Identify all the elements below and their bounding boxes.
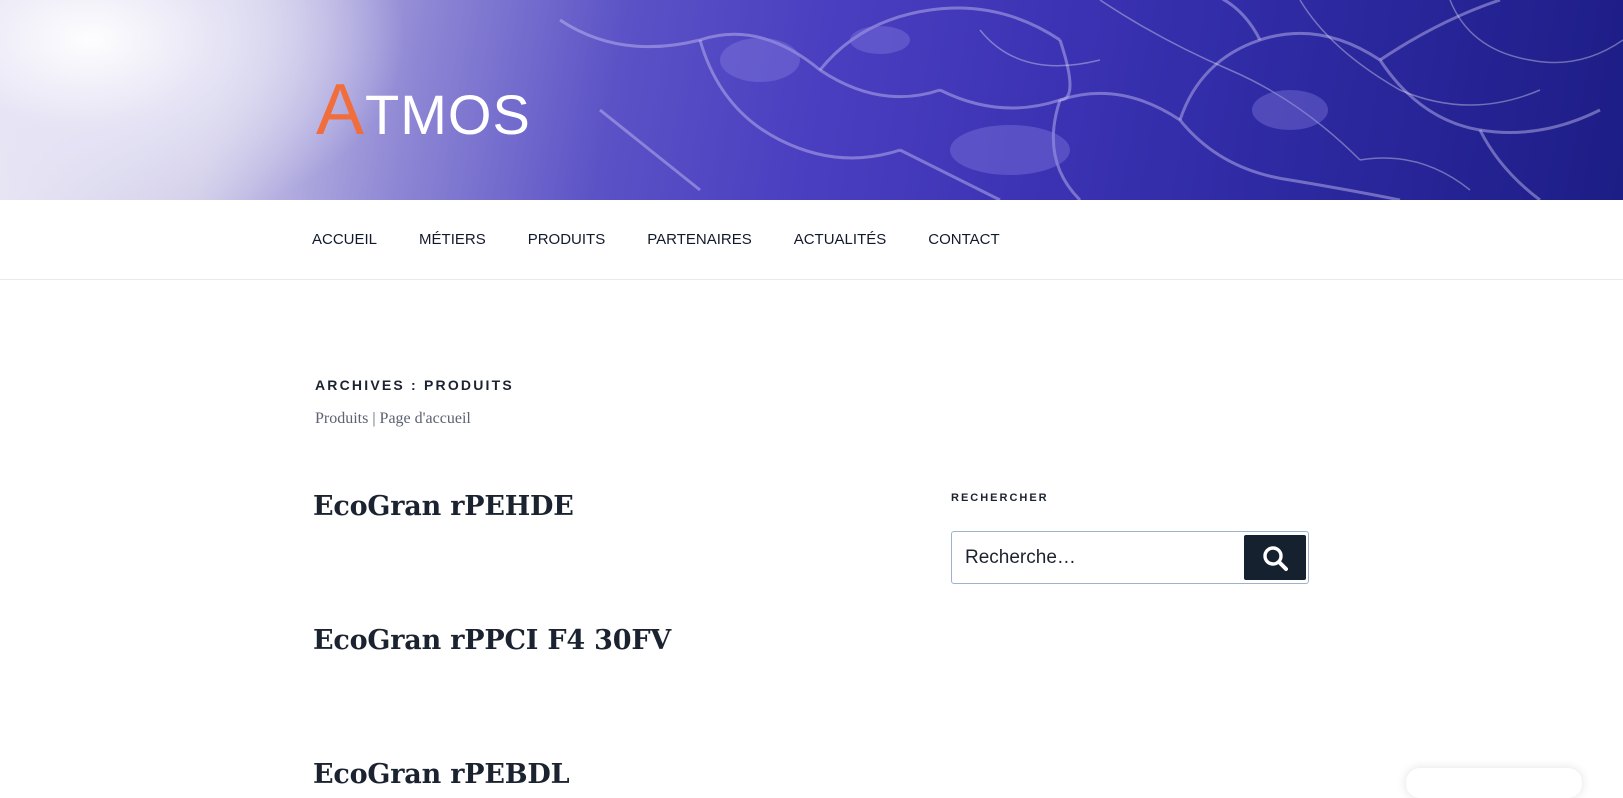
nav-item-accueil[interactable]: ACCUEIL [312,231,377,248]
search-icon [1263,545,1288,571]
banner-net-texture [559,0,1623,200]
nav-item-actualites[interactable]: ACTUALITÉS [794,231,887,248]
nav-menu: ACCUEIL MÉTIERS PRODUITS PARTENAIRES ACT… [312,200,1042,279]
post-title-ecogran-rppci[interactable]: EcoGran rPPCI F4 30FV [313,625,671,656]
nav-item-contact[interactable]: CONTACT [928,231,999,248]
search-widget-title: RECHERCHER [951,492,1049,504]
post-title-ecogran-rpebdl[interactable]: EcoGran rPEBDL [313,759,570,790]
main-navigation: ACCUEIL MÉTIERS PRODUITS PARTENAIRES ACT… [0,200,1623,280]
logo-first-letter: A [316,70,366,150]
search-input[interactable] [952,532,1242,583]
post-title-ecogran-rpehde[interactable]: EcoGran rPEHDE [313,491,574,522]
search-form [951,531,1309,584]
site-logo[interactable]: ATMOS [316,74,531,146]
nav-item-partenaires[interactable]: PARTENAIRES [647,231,751,248]
site-header-banner: ATMOS [0,0,1623,200]
archive-description: Produits | Page d'accueil [315,410,471,427]
archive-title: ARCHIVES : PRODUITS [315,377,514,393]
logo-text: TMOS [365,83,531,146]
floating-widget-edge[interactable] [1406,768,1582,798]
nav-item-metiers[interactable]: MÉTIERS [419,231,486,248]
nav-item-produits[interactable]: PRODUITS [528,231,606,248]
search-button[interactable] [1244,535,1306,580]
